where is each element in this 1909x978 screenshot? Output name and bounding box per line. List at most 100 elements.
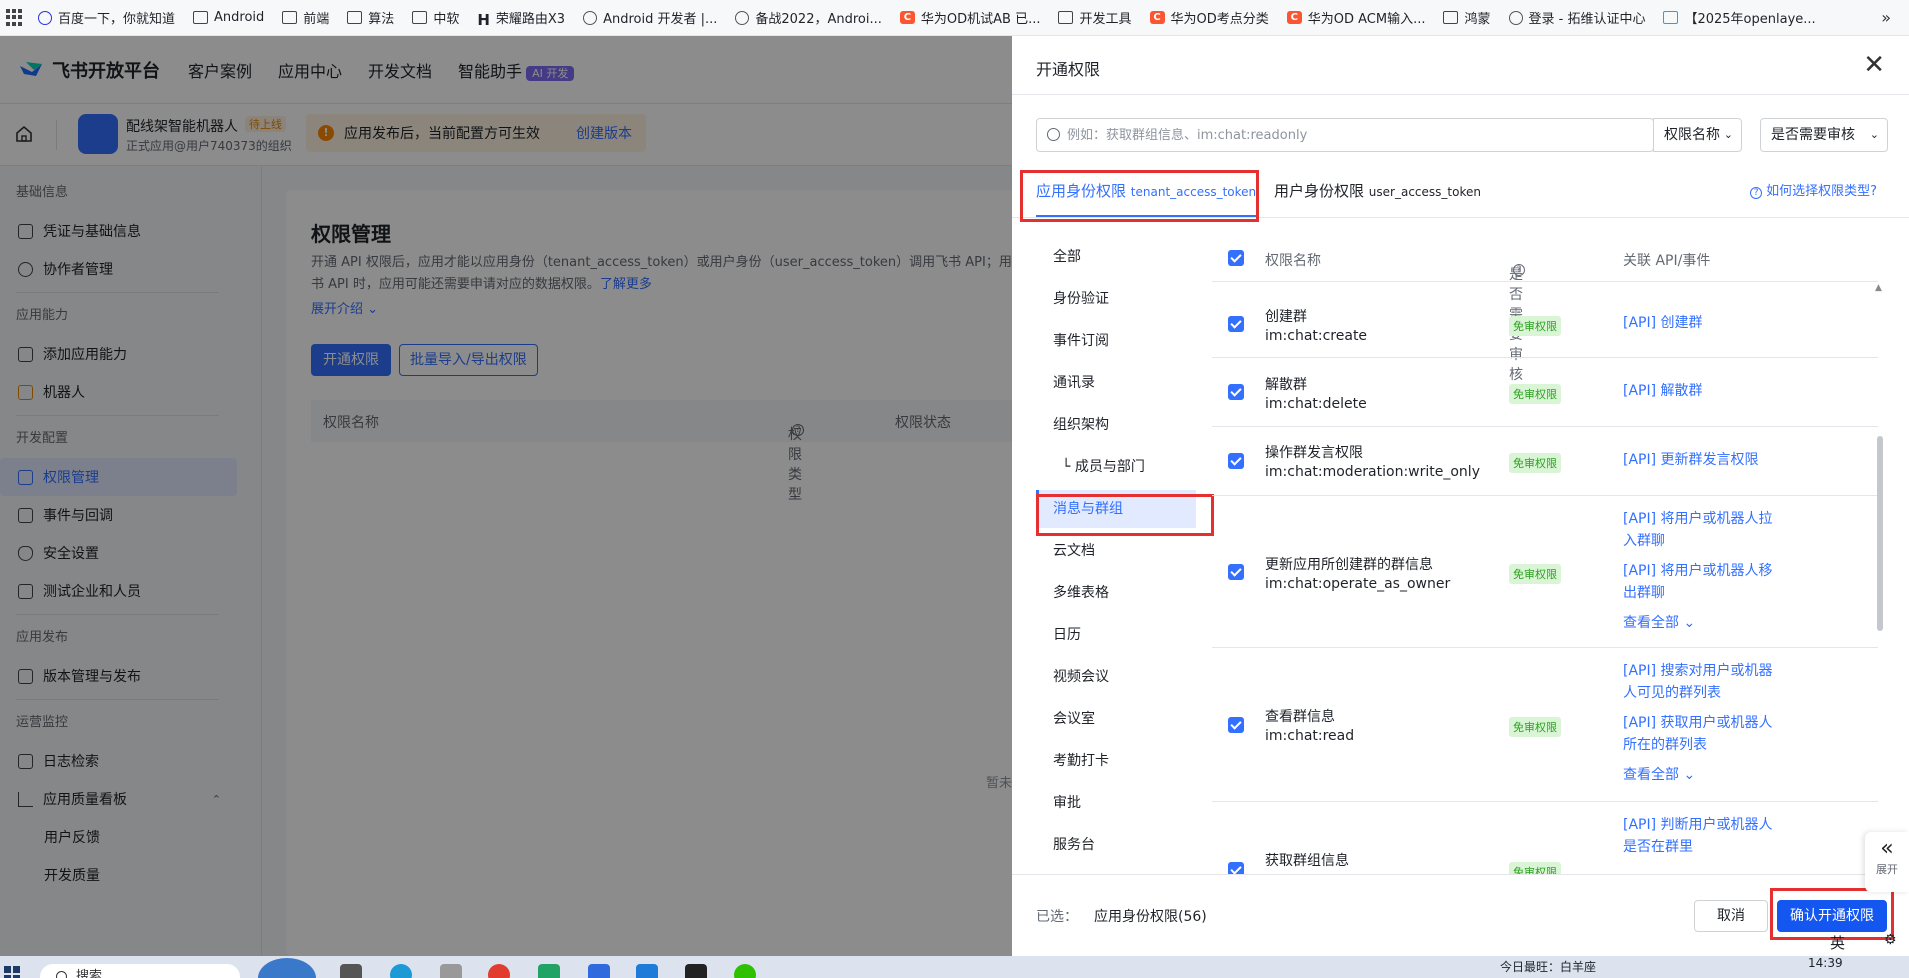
category-item[interactable]: 服务台 [1036, 824, 1196, 866]
category-item[interactable]: 组织架构 [1036, 404, 1196, 446]
apps-grid-icon[interactable] [6, 8, 24, 27]
category-item[interactable]: 多维表格 [1036, 572, 1196, 614]
api-links: [API] 将用户或机器人拉入群聊 [API] 将用户或机器人移出群聊 查看全部… [1623, 508, 1773, 634]
row-checkbox[interactable] [1228, 717, 1244, 733]
help-icon[interactable]: ? [1513, 264, 1525, 276]
table-row: 创建群 im:chat:create 免审权限 [API] 创建群 [1212, 290, 1878, 358]
bookmark-label: 中软 [433, 12, 460, 27]
bookmark-item[interactable]: 开发工具 [1058, 8, 1132, 27]
file-explorer-icon[interactable] [440, 964, 462, 978]
bookmark-item[interactable]: Android 开发者 |... [583, 8, 717, 27]
api-link[interactable]: [API] 将用户或机器人移出群聊 [1623, 560, 1773, 604]
taskbar-search-label: 搜索 [76, 969, 103, 978]
edge-browser-icon[interactable] [390, 964, 412, 978]
bookmark-item[interactable]: 算法 [347, 8, 394, 27]
bookmark-item[interactable]: 鸿蒙 [1443, 8, 1491, 27]
help-link-label: 如何选择权限类型? [1766, 184, 1877, 199]
bookmark-item[interactable]: C 华为OD机试AB 已... [899, 8, 1040, 27]
permission-name: 操作群发言权限 [1265, 445, 1363, 461]
tab-token: user_access_token [1368, 185, 1481, 199]
ime-indicator[interactable]: 英 [1830, 932, 1845, 953]
category-item[interactable]: 会议室 [1036, 698, 1196, 740]
bookmark-item[interactable]: C 华为OD ACM输入... [1286, 8, 1425, 27]
select-all-checkbox[interactable] [1228, 250, 1244, 266]
globe-icon [1508, 10, 1523, 25]
bookmark-item[interactable]: 前端 [282, 8, 329, 27]
scroll-up-arrow[interactable]: ▲ [1875, 283, 1882, 293]
category-item[interactable]: 通讯录 [1036, 362, 1196, 404]
bookmark-label: 华为OD考点分类 [1170, 12, 1269, 27]
expand-side-panel[interactable]: « 展开 [1865, 832, 1909, 892]
cancel-button[interactable]: 取消 [1694, 900, 1768, 932]
bookmark-item[interactable]: C 华为OD考点分类 [1149, 8, 1269, 27]
row-checkbox[interactable] [1228, 564, 1244, 580]
wechat-icon[interactable] [734, 964, 756, 978]
close-icon[interactable]: ✕ [1863, 50, 1885, 80]
api-link[interactable]: [API] 解散群 [1623, 380, 1773, 402]
free-review-tag: 免审权限 [1509, 316, 1561, 336]
category-item-active[interactable]: 消息与群组 [1036, 490, 1196, 528]
api-link[interactable]: [API] 搜索对用户或机器人可见的群列表 [1623, 660, 1773, 704]
category-item[interactable]: 身份验证 [1036, 278, 1196, 320]
see-all-link[interactable]: 查看全部 ⌄ [1623, 764, 1773, 786]
see-all-link[interactable]: 查看全部 ⌄ [1623, 612, 1773, 634]
bookmark-item[interactable]: H 荣耀路由X3 [477, 8, 565, 29]
api-link[interactable]: [API] 判断用户或机器人是否在群里 [1623, 814, 1773, 858]
selected-value: 应用身份权限(56) [1094, 909, 1207, 925]
search-field-select[interactable]: 权限名称 ⌄ [1653, 118, 1742, 152]
category-item[interactable]: 事件订阅 [1036, 320, 1196, 362]
widget-globe-icon[interactable] [258, 958, 316, 978]
api-link[interactable]: [API] 更新群发言权限 [1623, 449, 1773, 471]
app-icon[interactable] [538, 964, 560, 978]
review-filter-select[interactable]: 是否需要审核 ⌄ [1760, 118, 1888, 152]
category-item[interactable]: 日历 [1036, 614, 1196, 656]
windows-start-icon[interactable] [4, 966, 20, 978]
free-review-tag: 免审权限 [1509, 717, 1561, 737]
category-item[interactable]: └ 成员与部门 [1036, 446, 1196, 488]
table-row: 查看群信息 im:chat:read 免审权限 [API] 搜索对用户或机器人可… [1212, 648, 1878, 802]
api-link[interactable]: [API] 获取用户或机器人所在的群列表 [1623, 712, 1773, 756]
row-checkbox[interactable] [1228, 862, 1244, 874]
category-item[interactable]: 考勤打卡 [1036, 740, 1196, 782]
category-item[interactable]: 云文档 [1036, 530, 1196, 572]
drawer-title: 开通权限 [1036, 60, 1101, 79]
category-item[interactable]: 审批 [1036, 782, 1196, 824]
category-item[interactable]: 全部 [1036, 236, 1196, 278]
clock[interactable]: 14:39 [1808, 956, 1843, 970]
bookmark-label: 【2025年openlaye... [1684, 12, 1816, 27]
search-input[interactable] [1067, 127, 1627, 143]
ime-settings-icon[interactable]: ⚙ [1884, 932, 1897, 948]
scrollbar-thumb[interactable] [1877, 436, 1883, 631]
bookmark-item[interactable]: 【2025年openlaye... [1663, 8, 1816, 27]
bookmark-label: 备战2022，Androi... [755, 12, 882, 27]
ide-icon[interactable] [588, 964, 610, 978]
taskbar-search[interactable]: 搜索 [40, 964, 240, 978]
taskbar: 搜索 今日最旺：白羊座 14:39 [0, 956, 1909, 978]
bookmark-item[interactable]: 登录 - 拓维认证中心 [1508, 8, 1645, 27]
tab-user-permission[interactable]: 用户身份权限 user_access_token [1274, 180, 1481, 201]
category-item[interactable]: 视频会议 [1036, 656, 1196, 698]
bookmark-item[interactable]: 备战2022，Androi... [735, 8, 882, 27]
permission-name: 解散群 [1265, 377, 1307, 393]
bookmark-item[interactable]: 百度一下，你就知道 [38, 8, 175, 27]
row-checkbox[interactable] [1228, 453, 1244, 469]
help-link[interactable]: ? 如何选择权限类型? [1750, 180, 1877, 199]
bookmark-item[interactable]: 中软 [412, 8, 459, 27]
modal-overlay[interactable] [0, 36, 1012, 956]
api-link[interactable]: [API] 创建群 [1623, 312, 1773, 334]
ide-icon[interactable] [636, 964, 658, 978]
row-checkbox[interactable] [1228, 384, 1244, 400]
api-link[interactable]: [API] 将用户或机器人拉入群聊 [1623, 508, 1773, 552]
permission-id: im:chat:delete [1265, 396, 1367, 412]
api-links: [API] 判断用户或机器人是否在群里 [1623, 814, 1773, 858]
active-tab-underline [1036, 215, 1256, 217]
row-checkbox[interactable] [1228, 316, 1244, 332]
bookmarks-more-icon[interactable]: » [1881, 8, 1891, 27]
tab-app-permission[interactable]: 应用身份权限 tenant_access_token [1036, 180, 1256, 201]
bookmark-item[interactable]: Android [193, 10, 264, 25]
terminal-icon[interactable] [685, 964, 707, 978]
task-view-icon[interactable] [340, 964, 362, 978]
chrome-icon[interactable] [488, 964, 510, 978]
bookmark-label: 前端 [303, 12, 330, 27]
confirm-open-permission-button[interactable]: 确认开通权限 [1777, 900, 1887, 932]
